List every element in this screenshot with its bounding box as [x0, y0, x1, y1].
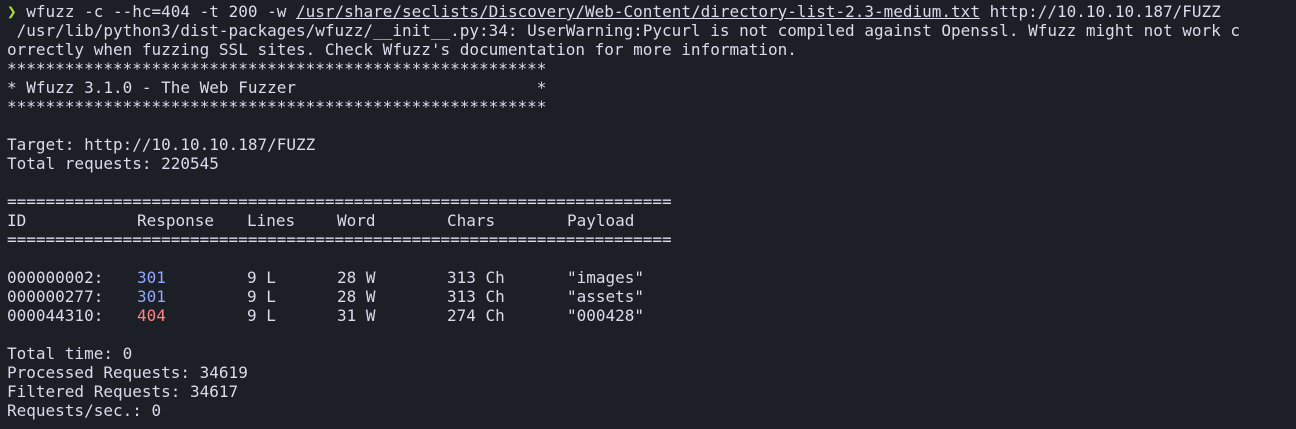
header-id: ID: [7, 211, 27, 230]
row-lines: 9 L: [247, 287, 276, 306]
row-id: 000044310:: [7, 306, 104, 325]
row-payload: "images": [567, 268, 645, 287]
table-separator-bottom: ========================================…: [7, 230, 672, 249]
banner-top-border: ****************************************…: [7, 59, 547, 78]
warning-line-2: orrectly when fuzzing SSL sites. Check W…: [7, 40, 797, 59]
row-words: 28 W: [337, 268, 376, 287]
row-chars: 313 Ch: [447, 287, 505, 306]
table-row: 000000277: 301 9 L 28 W 313 Ch "assets": [7, 287, 1296, 306]
row-id: 000000002:: [7, 268, 104, 287]
table-header-row: ID Response Lines Word Chars Payload: [7, 211, 1296, 230]
row-response-code: 301: [137, 268, 166, 287]
command-line: ❯ wfuzz -c --hc=404 -t 200 -w /usr/share…: [7, 2, 1296, 21]
row-id: 000000277:: [7, 287, 104, 306]
total-time-line: Total time: 0: [7, 344, 133, 363]
requests-per-sec-line: Requests/sec.: 0: [7, 401, 162, 420]
banner-bottom-border: ****************************************…: [7, 97, 547, 116]
header-lines: Lines: [247, 211, 296, 230]
banner-title: * Wfuzz 3.1.0 - The Web Fuzzer *: [7, 78, 547, 97]
row-lines: 9 L: [247, 268, 276, 287]
table-row: 000000002: 301 9 L 28 W 313 Ch "images": [7, 268, 1296, 287]
row-words: 31 W: [337, 306, 376, 325]
command-text: wfuzz -c --hc=404 -t 200 -w: [26, 2, 287, 21]
terminal-output: ❯ wfuzz -c --hc=404 -t 200 -w /usr/share…: [0, 2, 1296, 420]
row-chars: 313 Ch: [447, 268, 505, 287]
warning-line-1: /usr/lib/python3/dist-packages/wfuzz/__i…: [7, 21, 1240, 40]
row-lines: 9 L: [247, 306, 276, 325]
row-words: 28 W: [337, 287, 376, 306]
filtered-requests-line: Filtered Requests: 34617: [7, 382, 239, 401]
header-word: Word: [337, 211, 376, 230]
wordlist-path-link[interactable]: /usr/share/seclists/Discovery/Web-Conten…: [296, 2, 980, 21]
row-payload: "assets": [567, 287, 645, 306]
row-response-code: 301: [137, 287, 166, 306]
prompt-chevron-icon: ❯: [7, 2, 17, 21]
header-chars: Chars: [447, 211, 496, 230]
row-chars: 274 Ch: [447, 306, 505, 325]
total-requests-line: Total requests: 220545: [7, 154, 219, 173]
row-response-code: 404: [137, 306, 166, 325]
table-separator-top: ========================================…: [7, 192, 672, 211]
target-line: Target: http://10.10.10.187/FUZZ: [7, 135, 316, 154]
table-row: 000044310: 404 9 L 31 W 274 Ch "000428": [7, 306, 1296, 325]
header-response: Response: [137, 211, 215, 230]
header-payload: Payload: [567, 211, 635, 230]
command-url: http://10.10.10.187/FUZZ: [989, 2, 1221, 21]
row-payload: "000428": [567, 306, 645, 325]
processed-requests-line: Processed Requests: 34619: [7, 363, 248, 382]
